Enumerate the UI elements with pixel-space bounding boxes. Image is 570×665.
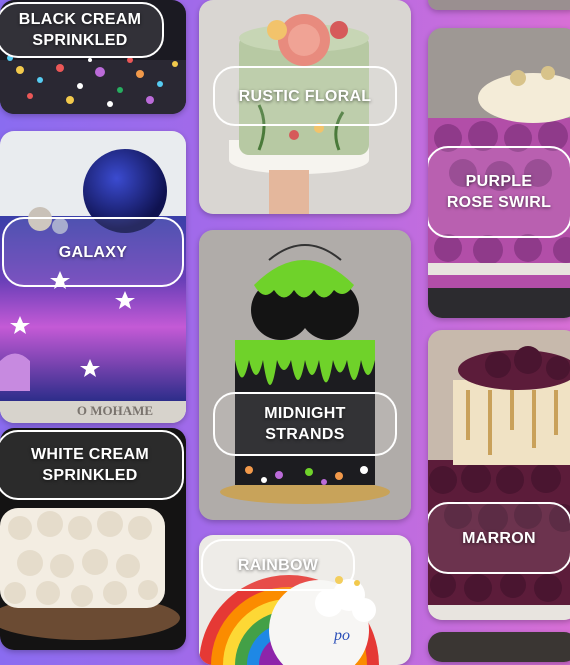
cake-card-rustic-floral[interactable]: RUSTIC FLORAL: [199, 0, 411, 214]
cake-card-black-cream-sprinkled[interactable]: BLACK CREAM SPRINKLED: [0, 0, 186, 114]
cake-label: MARRON: [428, 502, 570, 574]
cake-card-white-cream-sprinkled[interactable]: WHITE CREAM SPRINKLED: [0, 428, 186, 650]
cake-label: GALAXY: [2, 217, 184, 287]
cake-card-purple-rose-swirl[interactable]: PURPLE ROSE SWIRL: [428, 28, 570, 318]
cake-label: PURPLE ROSE SWIRL: [428, 146, 570, 238]
partial-cake-image: [428, 0, 570, 10]
cake-label: WHITE CREAM SPRINKLED: [0, 430, 184, 500]
partial-cake-image: [428, 632, 570, 662]
midnight-strands-cake-image: [199, 230, 411, 520]
marron-cake-image: [428, 330, 570, 620]
cake-label: RAINBOW: [201, 539, 355, 591]
cake-label: MIDNIGHT STRANDS: [213, 392, 397, 456]
cake-label: RUSTIC FLORAL: [213, 66, 397, 126]
cake-card-marron[interactable]: MARRON: [428, 330, 570, 620]
cake-card-bottom-partial[interactable]: [428, 632, 570, 662]
galaxy-plate-text: O MOHAME: [77, 403, 153, 418]
cake-card-top-partial[interactable]: [428, 0, 570, 10]
cake-label: BLACK CREAM SPRINKLED: [0, 2, 164, 58]
cake-card-midnight-strands[interactable]: MIDNIGHT STRANDS: [199, 230, 411, 520]
cake-card-rainbow[interactable]: po RAINBOW: [199, 535, 411, 665]
cake-card-galaxy[interactable]: O MOHAME GALAXY: [0, 131, 186, 423]
rainbow-plate-script: po: [333, 627, 350, 644]
